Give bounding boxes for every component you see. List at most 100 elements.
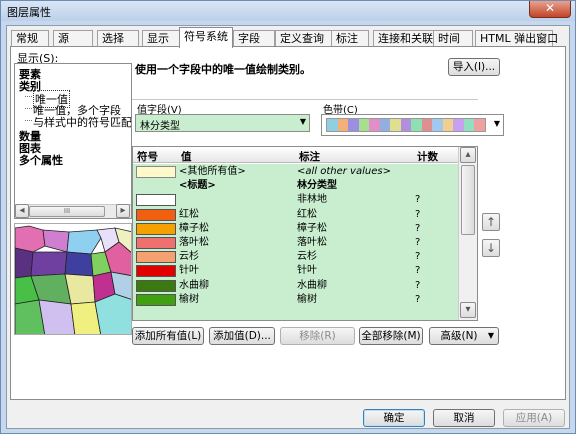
cell-count: ? bbox=[415, 194, 421, 206]
tab-9[interactable]: 时间 bbox=[433, 30, 473, 47]
scroll-down-icon[interactable]: ▾ bbox=[460, 302, 476, 318]
cell-count: ? bbox=[415, 222, 421, 234]
symbol-swatch[interactable] bbox=[136, 237, 176, 249]
table-row[interactable]: 樟子松 樟子松? bbox=[133, 222, 458, 235]
add-values-button[interactable]: 添加值(D)... bbox=[209, 327, 275, 345]
tab-1[interactable]: 源 bbox=[53, 30, 93, 47]
tree-connector bbox=[25, 108, 32, 109]
chevron-down-icon: ▼ bbox=[487, 331, 494, 340]
tab-3[interactable]: 显示 bbox=[142, 30, 184, 47]
cell-label: 云杉 bbox=[297, 251, 317, 263]
table-row[interactable]: 红松 红松? bbox=[133, 208, 458, 221]
value-field-value: 林分类型 bbox=[140, 121, 180, 132]
cell-label: 针叶 bbox=[297, 265, 317, 277]
divider bbox=[132, 99, 478, 100]
ramp-color-7 bbox=[400, 119, 412, 131]
symbol-swatch[interactable] bbox=[136, 251, 176, 264]
advanced-label: 高级(N) bbox=[440, 330, 478, 342]
scroll-right-icon[interactable]: ▸ bbox=[116, 204, 130, 218]
symbol-swatch[interactable] bbox=[136, 208, 176, 221]
move-down-button[interactable]: ↓ bbox=[482, 239, 500, 257]
table-row[interactable]: 非林地? bbox=[133, 194, 458, 207]
cell-count: ? bbox=[415, 265, 421, 277]
renderer-tree[interactable]: 要素 类别 唯一值 唯一值，多个字段 与样式中的符号匹配 数量 图表 多个属性 ◂ III ▸ bbox=[14, 63, 132, 219]
scroll-up-icon[interactable]: ▴ bbox=[460, 147, 476, 163]
cell-label: <all other values> bbox=[297, 166, 391, 177]
tab-10[interactable]: HTML 弹出窗口 bbox=[475, 30, 558, 47]
table-row[interactable]: <其他所有值> <all other values> bbox=[133, 166, 458, 178]
ramp-color-11 bbox=[442, 119, 454, 131]
color-ramp-select[interactable]: ▼ bbox=[321, 114, 504, 136]
table-rows: <其他所有值> <all other values> <标题> 林分类型 非林地? 红松红… bbox=[133, 164, 458, 320]
cell-label: 樟子松 bbox=[297, 222, 327, 234]
cell-value: <标题> bbox=[179, 180, 216, 192]
table-row[interactable]: 榆树 榆树? bbox=[133, 293, 458, 306]
apply-button[interactable]: 应用(A) bbox=[503, 409, 565, 427]
window-title: 图层属性 bbox=[7, 6, 51, 19]
tree-horizontal-scrollbar[interactable]: ◂ III ▸ bbox=[15, 204, 131, 218]
scroll-left-icon[interactable]: ◂ bbox=[15, 204, 29, 218]
ramp-color-10 bbox=[432, 119, 443, 131]
symbol-swatch[interactable] bbox=[136, 166, 176, 178]
tab-8[interactable]: 连接和关联 bbox=[373, 30, 435, 47]
table-row[interactable]: <标题> 林分类型 bbox=[133, 180, 458, 192]
cell-value: <其他所有值> bbox=[179, 166, 246, 177]
chevron-down-icon: ▼ bbox=[493, 119, 500, 128]
tree-connector bbox=[25, 96, 32, 97]
cell-value: 落叶松 bbox=[179, 237, 209, 248]
symbol-swatch[interactable] bbox=[136, 293, 176, 306]
table-vertical-scrollbar[interactable]: ▴ ▾ bbox=[458, 147, 477, 320]
remove-all-button[interactable]: 全部移除(M) bbox=[359, 327, 423, 345]
symbol-swatch[interactable] bbox=[136, 194, 176, 207]
ramp-color-12 bbox=[453, 119, 464, 131]
cell-count: ? bbox=[415, 279, 421, 291]
cell-count: ? bbox=[415, 293, 421, 305]
import-button[interactable]: 导入(I)... bbox=[448, 58, 500, 76]
table-row[interactable]: 针叶 针叶? bbox=[133, 265, 458, 278]
tab-6[interactable]: 定义查询 bbox=[275, 30, 335, 47]
cell-value: 榆树 bbox=[179, 293, 199, 305]
symbol-table[interactable]: 符号 值 标注 计数 <其他所有值> <all other values> <标题>… bbox=[132, 146, 478, 321]
cell-count: ? bbox=[415, 237, 421, 248]
table-row[interactable]: 云杉 云杉? bbox=[133, 251, 458, 264]
symbol-swatch[interactable] bbox=[136, 265, 176, 278]
remove-button[interactable]: 移除(R) bbox=[280, 327, 355, 345]
close-icon: ✕ bbox=[544, 1, 556, 15]
tree-scroll-thumb[interactable]: III bbox=[29, 206, 105, 217]
advanced-button[interactable]: 高级(N) ▼ bbox=[429, 327, 499, 345]
chevron-down-icon: ▼ bbox=[299, 117, 306, 126]
tree-connector bbox=[25, 120, 32, 121]
ramp-color-6 bbox=[390, 119, 401, 131]
move-up-button[interactable]: ↑ bbox=[482, 213, 500, 231]
cell-value: 云杉 bbox=[179, 251, 199, 263]
symbology-heading: 使用一个字段中的唯一值绘制类别。 bbox=[135, 63, 311, 76]
tree-item-4[interactable]: 与样式中的符号匹配 bbox=[33, 114, 131, 130]
value-field-select[interactable]: 林分类型 ▼ bbox=[135, 114, 310, 132]
ramp-color-5 bbox=[379, 119, 391, 131]
col-label: 标注 bbox=[299, 151, 320, 163]
cell-value: 针叶 bbox=[179, 265, 199, 277]
add-all-values-button[interactable]: 添加所有值(L) bbox=[132, 327, 204, 345]
layer-properties-dialog: 图层属性 ✕ 常规源选择 显示 符号系统 字段 定义查询 标注 连接和关联 时间 HTML 弹出… bbox=[0, 0, 576, 434]
tab-2[interactable]: 选择 bbox=[97, 30, 139, 47]
ok-button[interactable]: 确定 bbox=[363, 409, 425, 427]
tab-7[interactable]: 标注 bbox=[331, 30, 369, 47]
cell-label: 水曲柳 bbox=[297, 279, 327, 291]
col-count: 计数 bbox=[417, 151, 438, 163]
ramp-color-3 bbox=[358, 119, 370, 131]
table-row[interactable]: 水曲柳 水曲柳? bbox=[133, 279, 458, 292]
tab-5[interactable]: 字段 bbox=[233, 30, 275, 47]
tab-4[interactable]: 符号系统 bbox=[179, 27, 233, 48]
close-button[interactable]: ✕ bbox=[529, 1, 571, 18]
cell-label: 红松 bbox=[297, 208, 317, 220]
table-row[interactable]: 落叶松 落叶松? bbox=[133, 237, 458, 249]
tab-0[interactable]: 常规 bbox=[11, 30, 49, 47]
ramp-color-13 bbox=[463, 119, 475, 131]
tree-item-7[interactable]: 多个属性 bbox=[19, 152, 63, 168]
cell-count: ? bbox=[415, 208, 421, 220]
symbol-swatch[interactable] bbox=[136, 279, 176, 292]
cancel-button[interactable]: 取消 bbox=[433, 409, 495, 427]
symbology-page: 显示(S): 要素 类别 唯一值 唯一值，多个字段 与样式中的符号匹配 数量 图表 多个属性 … bbox=[10, 46, 566, 400]
symbol-swatch[interactable] bbox=[136, 222, 176, 235]
table-scroll-thumb[interactable] bbox=[461, 165, 475, 235]
